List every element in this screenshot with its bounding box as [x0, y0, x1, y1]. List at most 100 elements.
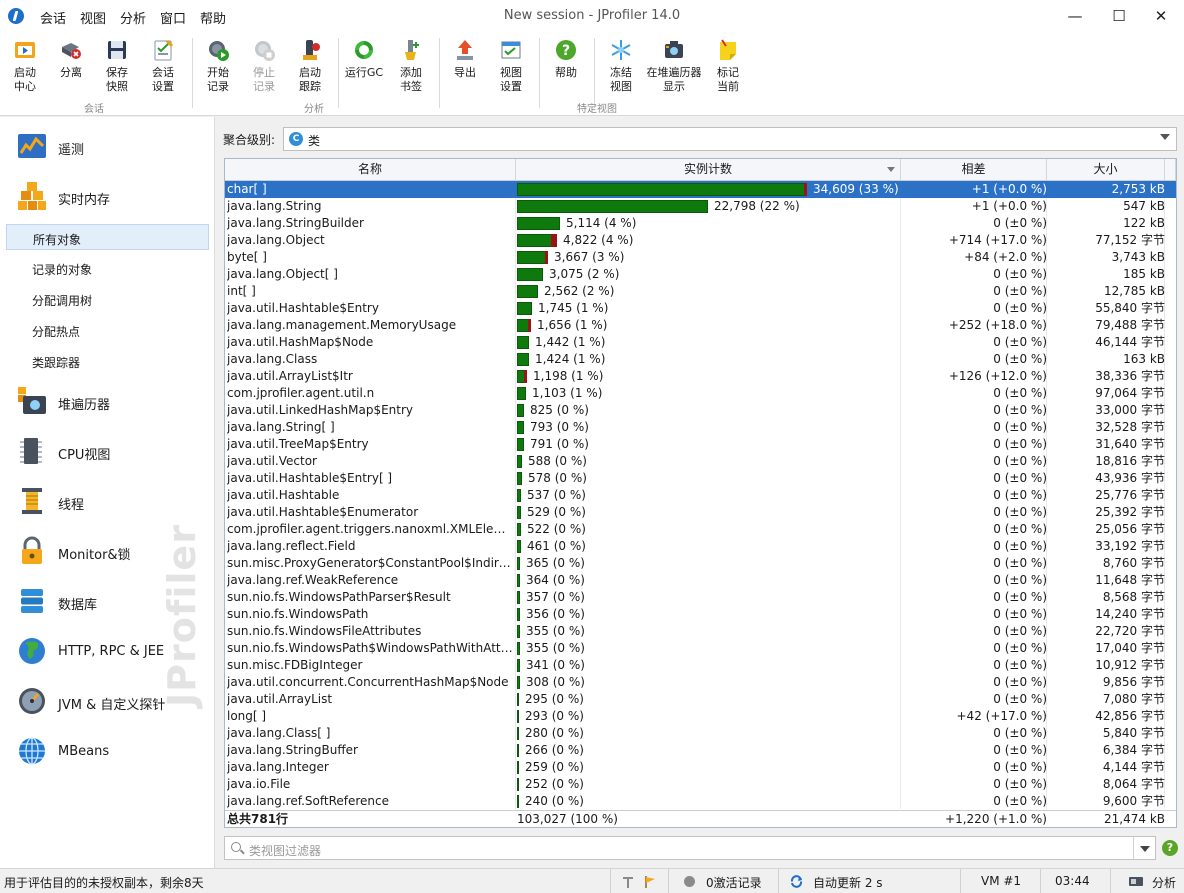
table-row[interactable]: sun.nio.fs.WindowsPathParser$Result 357 (… [225, 589, 1176, 606]
help-toolbar-button[interactable]: ? 帮助 [542, 36, 590, 100]
status-separator [1040, 869, 1041, 893]
flag-icon[interactable] [643, 875, 657, 889]
table-row[interactable]: java.lang.Object 4,822 (4 %) +714 (+17.0 %… [225, 232, 1176, 249]
table-row[interactable]: sun.nio.fs.WindowsPath 356 (0 %) 0 (±0 %) 1… [225, 606, 1176, 623]
class-name-cell: java.util.Hashtable$Entry[ ] [227, 471, 393, 485]
table-row[interactable]: java.util.concurrent.ConcurrentHashMap$N… [225, 674, 1176, 691]
table-row[interactable]: java.lang.StringBuilder 5,114 (4 %) 0 (±0 … [225, 215, 1176, 232]
view-settings-button[interactable]: 视图 设置 [487, 36, 535, 100]
class-name-cell: java.lang.String [227, 199, 322, 213]
instance-count-bar [517, 319, 531, 332]
sidebar-item-telemetry[interactable]: 遥测 [0, 122, 214, 172]
sidebar-subitem-label: 记录的对象 [32, 263, 93, 277]
auto-update-icon[interactable] [789, 874, 804, 889]
freeze-view-button[interactable]: 冻结 视图 [597, 36, 645, 100]
table-row[interactable]: java.lang.Class 1,424 (1 %) 0 (±0 %) 163 kB [225, 351, 1176, 368]
close-button[interactable]: ✕ [1138, 0, 1184, 32]
menu-window[interactable]: 窗口 [160, 8, 186, 27]
table-row[interactable]: java.lang.Class[ ] 280 (0 %) 0 (±0 %) 5,840… [225, 725, 1176, 742]
help-button[interactable]: ? [1162, 840, 1178, 856]
sidebar-item-databases[interactable]: 数据库 [0, 577, 214, 627]
bookmark-pin-icon[interactable] [621, 875, 635, 889]
table-row[interactable]: java.io.File 252 (0 %) 0 (±0 %) 8,064 字节 [225, 776, 1176, 793]
table-row[interactable]: java.lang.StringBuffer 266 (0 %) 0 (±0 %) 6… [225, 742, 1176, 759]
table-row[interactable]: java.util.LinkedHashMap$Entry 825 (0 %) 0 … [225, 402, 1176, 419]
sidebar-item-monitors-locks[interactable]: Monitor&锁 [0, 527, 214, 577]
size-cell: 11,648 字节 [1095, 573, 1165, 587]
session-settings-button[interactable]: 会话 设置 [139, 36, 187, 100]
toolbar-group-view-specific: 特定视图 [577, 104, 617, 115]
sidebar-item-class-tracker[interactable]: 类跟踪器 [6, 348, 209, 374]
sidebar-item-allocation-hot-spots[interactable]: 分配热点 [6, 317, 209, 343]
table-row[interactable]: com.jprofiler.agent.util.n 1,103 (1 %) 0 (… [225, 385, 1176, 402]
table-row[interactable]: java.util.Hashtable 537 (0 %) 0 (±0 %) 25,7… [225, 487, 1176, 504]
instance-count-bar-fill [517, 285, 538, 298]
filter-options-dropdown[interactable] [1133, 837, 1155, 859]
sidebar-item-http-rpc-jee[interactable]: HTTP, RPC & JEE [0, 627, 214, 677]
table-row[interactable]: java.lang.String[ ] 793 (0 %) 0 (±0 %) 32,5… [225, 419, 1176, 436]
maximize-button[interactable]: ☐ [1096, 0, 1142, 32]
table-row[interactable]: byte[ ] 3,667 (3 %) +84 (+2.0 %) 3,743 kB [225, 249, 1176, 266]
total-label: 总共781行 [227, 812, 289, 826]
sidebar-item-live-memory[interactable]: 实时内存 [0, 172, 214, 222]
instance-increase-bar [551, 234, 557, 247]
column-header-size[interactable]: 大小 [1047, 159, 1165, 181]
sidebar-item-recorded-objects[interactable]: 记录的对象 [6, 255, 209, 281]
table-row[interactable]: java.util.ArrayList 295 (0 %) 0 (±0 %) 7,08… [225, 691, 1176, 708]
table-row[interactable]: sun.nio.fs.WindowsPath$WindowsPathWithAt… [225, 640, 1176, 657]
sidebar-item-jvm-probes[interactable]: JVM & 自定义探针 [0, 677, 214, 727]
column-header-difference[interactable]: 相差 [901, 159, 1047, 181]
table-row[interactable]: java.lang.reflect.Field 461 (0 %) 0 (±0 %)… [225, 538, 1176, 555]
table-row[interactable]: char[ ] 34,609 (33 %) +1 (+0.0 %) 2,753 kB [225, 181, 1176, 198]
table-row[interactable]: java.lang.management.MemoryUsage 1,656 (1… [225, 317, 1176, 334]
table-row[interactable]: com.jprofiler.agent.triggers.nanoxml.XML… [225, 521, 1176, 538]
sidebar-item-all-objects[interactable]: 所有对象 [6, 224, 209, 250]
instance-count-bar [517, 268, 543, 281]
menu-analyze[interactable]: 分析 [120, 8, 146, 27]
column-header-name[interactable]: 名称 [225, 159, 516, 181]
instance-count-bar-fill [517, 387, 526, 400]
menu-help[interactable]: 帮助 [200, 8, 226, 27]
sidebar-item-mbeans[interactable]: MBeans [0, 727, 214, 777]
auto-update-interval[interactable]: 自动更新 2 s [813, 874, 883, 891]
aggregation-level-select[interactable]: C 类 [283, 127, 1177, 151]
table-row[interactable]: sun.nio.fs.WindowsFileAttributes 355 (0 %… [225, 623, 1176, 640]
total-difference: +1,220 (+1.0 %) [945, 812, 1047, 826]
menu-view[interactable]: 视图 [80, 8, 106, 27]
size-cell: 22,720 字节 [1095, 624, 1165, 638]
add-bookmark-button[interactable]: 添加 书签 [387, 36, 435, 100]
table-row[interactable]: long[ ] 293 (0 %) +42 (+17.0 %) 42,856 字节 [225, 708, 1176, 725]
table-row[interactable]: java.util.Hashtable$Entry[ ] 578 (0 %) 0 (… [225, 470, 1176, 487]
size-cell: 9,600 字节 [1102, 794, 1165, 808]
sidebar-item-allocation-call-tree[interactable]: 分配调用树 [6, 286, 209, 312]
show-in-heap-walker-button[interactable]: 在堆遍历器 显示 [647, 36, 702, 100]
table-row[interactable]: int[ ] 2,562 (2 %) 0 (±0 %) 12,785 kB [225, 283, 1176, 300]
table-row[interactable]: sun.misc.ProxyGenerator$ConstantPool$Ind… [225, 555, 1176, 572]
menu-session[interactable]: 会话 [40, 8, 66, 27]
sidebar-item-heap-walker[interactable]: 堆遍历器 [0, 377, 214, 427]
size-cell: 2,753 kB [1111, 182, 1165, 196]
table-row[interactable]: java.lang.Object[ ] 3,075 (2 %) 0 (±0 %) 18… [225, 266, 1176, 283]
sidebar-item-threads[interactable]: 线程 [0, 477, 214, 527]
mark-current-button[interactable]: 标记 当前 [704, 36, 752, 100]
class-name-cell: java.util.Hashtable$Enumerator [227, 505, 419, 519]
start-tracking-button[interactable]: 启动 跟踪 [286, 36, 334, 100]
table-row[interactable]: java.lang.Integer 259 (0 %) 0 (±0 %) 4,144 … [225, 759, 1176, 776]
table-row[interactable]: sun.misc.FDBigInteger 341 (0 %) 0 (±0 %) 10… [225, 657, 1176, 674]
table-row[interactable]: java.lang.String 22,798 (22 %) +1 (+0.0 %)… [225, 198, 1176, 215]
instance-count-cell: 240 (0 %) [525, 794, 584, 808]
table-row[interactable]: java.util.Hashtable$Enumerator 529 (0 %) 0… [225, 504, 1176, 521]
minimize-button[interactable]: — [1052, 0, 1098, 32]
table-row[interactable]: java.util.Vector 588 (0 %) 0 (±0 %) 18,816 … [225, 453, 1176, 470]
table-row[interactable]: java.util.TreeMap$Entry 791 (0 %) 0 (±0 %)… [225, 436, 1176, 453]
column-header-instance-count[interactable]: 实例计数 [516, 159, 901, 181]
table-row[interactable]: java.lang.ref.WeakReference 364 (0 %) 0 (±… [225, 572, 1176, 589]
table-row[interactable]: java.util.ArrayList$Itr 1,198 (1 %) +126 (… [225, 368, 1176, 385]
table-row[interactable]: java.util.HashMap$Node 1,442 (1 %) 0 (±0 %… [225, 334, 1176, 351]
jprofiler-app-icon[interactable] [8, 8, 24, 24]
table-row[interactable]: java.lang.ref.SoftReference 240 (0 %) 0 (±… [225, 793, 1176, 810]
instance-count-bar-fill [517, 472, 522, 485]
class-view-filter-input[interactable]: 类视图过滤器 [224, 836, 1156, 860]
sidebar-item-cpu-views[interactable]: CPU视图 [0, 427, 214, 477]
table-row[interactable]: java.util.Hashtable$Entry 1,745 (1 %) 0 (±… [225, 300, 1176, 317]
